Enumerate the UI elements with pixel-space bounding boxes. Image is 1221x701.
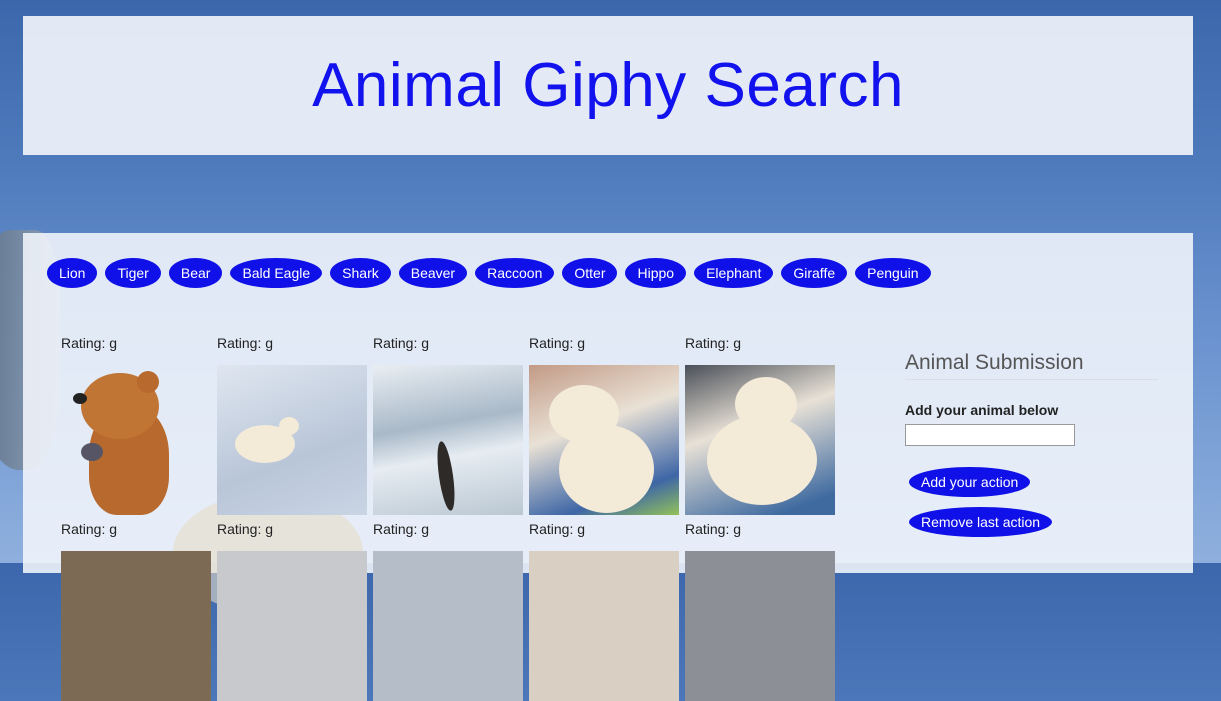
cartoon-bear-gif[interactable] [61, 365, 211, 515]
gif-item: Rating: g [217, 519, 367, 701]
animal-button-penguin[interactable]: Penguin [855, 258, 931, 288]
animal-input-label: Add your animal below [905, 402, 1059, 418]
animal-button-otter[interactable]: Otter [562, 258, 618, 288]
gif-rating: Rating: g [529, 335, 586, 351]
gif-thumbnail-icon[interactable] [217, 551, 367, 701]
page-header: Animal Giphy Search [23, 16, 1193, 155]
gif-item: Rating: g [217, 333, 367, 515]
gif-rating: Rating: g [529, 521, 586, 537]
main-panel: Lion Tiger Bear Bald Eagle Shark Beaver … [23, 233, 1193, 701]
gif-thumbnail-icon[interactable] [529, 551, 679, 701]
animal-button-bar: Lion Tiger Bear Bald Eagle Shark Beaver … [47, 258, 931, 288]
animal-button-bear[interactable]: Bear [168, 258, 223, 288]
gif-rating: Rating: g [373, 335, 430, 351]
animal-submission-form: Animal Submission Add your animal below … [905, 351, 1158, 537]
add-action-button[interactable]: Add your action [909, 467, 1031, 497]
gif-item: Rating: g [685, 519, 835, 701]
gif-thumbnail-icon[interactable] [685, 551, 835, 701]
gif-rating: Rating: g [217, 521, 274, 537]
gif-rating: Rating: g [61, 521, 118, 537]
animal-button-elephant[interactable]: Elephant [694, 258, 774, 288]
gif-thumbnail-icon[interactable] [61, 551, 211, 701]
remove-last-action-button[interactable]: Remove last action [909, 507, 1053, 537]
polar-bear-cub-gif[interactable] [685, 365, 835, 515]
gif-rating: Rating: g [217, 335, 274, 351]
gif-thumbnail-icon[interactable] [373, 551, 523, 701]
polar-bear-cub-gif[interactable] [529, 365, 679, 515]
gif-item: Rating: g [529, 333, 679, 515]
seal-in-water-gif[interactable] [373, 365, 523, 515]
gif-item: Rating: g [61, 333, 211, 515]
gif-item: Rating: g [529, 519, 679, 701]
gif-item: Rating: g [61, 519, 211, 701]
animal-button-bald-eagle[interactable]: Bald Eagle [230, 258, 323, 288]
gif-item: Rating: g [685, 333, 835, 515]
gif-rating: Rating: g [61, 335, 118, 351]
gif-rating: Rating: g [685, 335, 742, 351]
gif-item: Rating: g [373, 519, 523, 701]
animal-button-tiger[interactable]: Tiger [105, 258, 161, 288]
gif-rating: Rating: g [373, 521, 430, 537]
polar-bear-snow-gif[interactable] [217, 365, 367, 515]
animal-button-giraffe[interactable]: Giraffe [781, 258, 848, 288]
animal-button-shark[interactable]: Shark [330, 258, 391, 288]
animal-button-lion[interactable]: Lion [47, 258, 98, 288]
animal-button-raccoon[interactable]: Raccoon [475, 258, 555, 288]
gif-rating: Rating: g [685, 521, 742, 537]
animal-button-hippo[interactable]: Hippo [625, 258, 687, 288]
page-title: Animal Giphy Search [312, 51, 904, 120]
animal-button-beaver[interactable]: Beaver [398, 258, 468, 288]
animal-input[interactable] [905, 424, 1075, 446]
gif-item: Rating: g [373, 333, 523, 515]
submission-title: Animal Submission [905, 351, 1158, 380]
